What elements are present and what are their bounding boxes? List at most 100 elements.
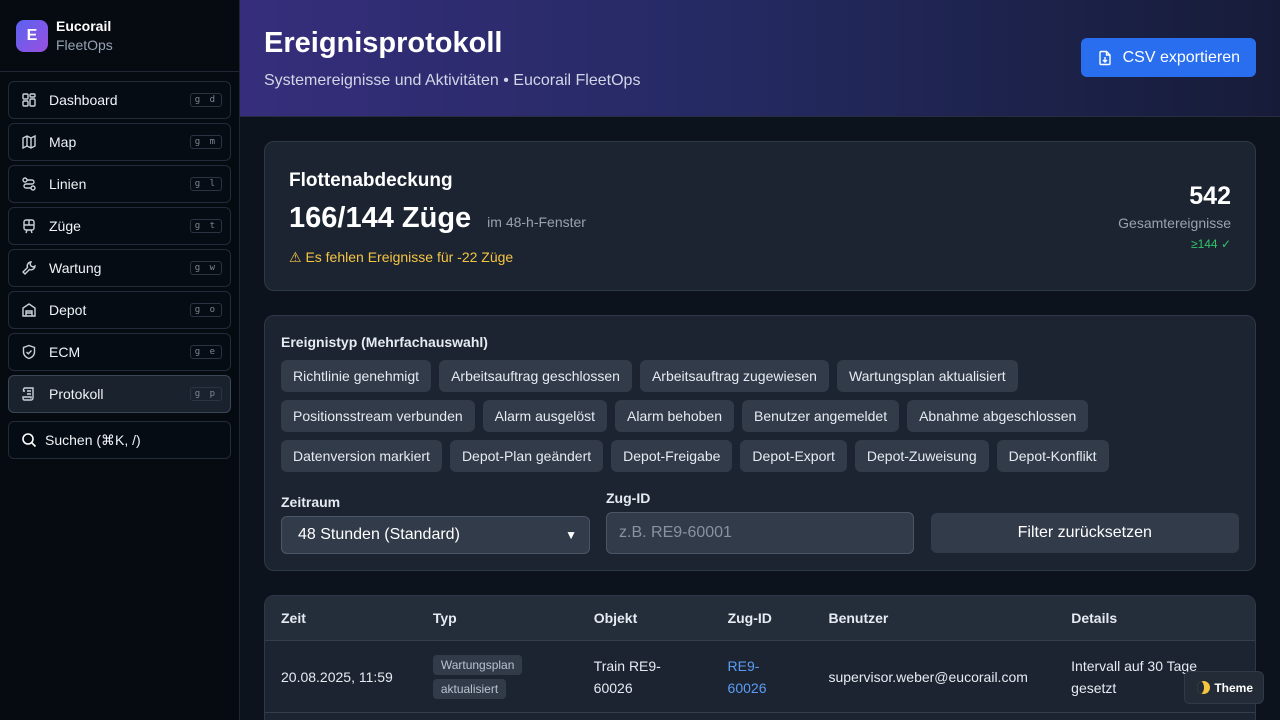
chip-depot-release[interactable]: Depot-Freigabe (611, 440, 733, 472)
chip-position-stream-connected[interactable]: Positionsstream verbunden (281, 400, 475, 432)
coverage-warning: ⚠ Es fehlen Ereignisse für -22 Züge (289, 249, 514, 265)
train-id-link[interactable]: RE9-60026 (712, 655, 813, 699)
sidebar-item-wartung[interactable]: Wartung g w (8, 249, 231, 287)
event-type-chips: Richtlinie genehmigt Arbeitsauftrag gesc… (281, 360, 1161, 472)
sidebar: E Eucorail FleetOps Dashboard g d Map g … (0, 0, 240, 720)
train-id-field: Zug-ID (606, 490, 915, 554)
event-type-label: Ereignistyp (Mehrfachauswahl) (281, 334, 488, 350)
column-header-train-id[interactable]: Zug-ID (712, 610, 813, 626)
column-header-type[interactable]: Typ (417, 610, 578, 626)
brand-text: Eucorail FleetOps (56, 17, 113, 55)
dashboard-icon (21, 92, 37, 108)
period-selected-value: 48 Stunden (Standard) (298, 526, 460, 543)
column-header-object[interactable]: Objekt (578, 610, 712, 626)
total-events: 542 Gesamtereignisse ≥144 ✓ (1118, 182, 1231, 251)
sidebar-item-label: Wartung (49, 260, 102, 276)
shortcut-hint: g d (189, 93, 222, 107)
period-field: Zeitraum 48 Stunden (Standard) ▼ (281, 494, 590, 554)
total-events-label: Gesamtereignisse (1118, 215, 1231, 231)
file-download-icon (1098, 50, 1111, 65)
shortcut-hint: g p (189, 387, 222, 401)
sidebar-item-label: Protokoll (49, 386, 104, 402)
sidebar-item-dashboard[interactable]: Dashboard g d (8, 81, 231, 119)
chip-depot-conflict[interactable]: Depot-Konflikt (996, 440, 1109, 472)
chip-user-logged-in[interactable]: Benutzer angemeldet (742, 400, 900, 432)
cell-user: supervisor.weber@eucorail.com (828, 668, 1028, 685)
search-button[interactable]: Suchen (⌘K, /) (8, 421, 231, 459)
sidebar-item-label: ECM (49, 344, 81, 360)
train-id-input[interactable] (606, 512, 914, 554)
search-label: Suchen (⌘K, /) (45, 431, 141, 448)
wrench-icon (21, 260, 37, 276)
page-header: Ereignisprotokoll Systemereignisse und A… (240, 0, 1280, 117)
coverage-window: im 48-h-Fenster (487, 214, 586, 230)
coverage-row: 166/144 Züge im 48-h-Fenster (289, 202, 1231, 235)
total-events-value: 542 (1189, 182, 1231, 210)
csv-export-button[interactable]: CSV exportieren (1080, 38, 1256, 77)
sidebar-item-label: Depot (49, 302, 87, 318)
reset-filters-button[interactable]: Filter zurücksetzen (930, 513, 1239, 553)
column-header-user[interactable]: Benutzer (812, 610, 1055, 626)
theme-toggle-button[interactable]: Theme (1184, 671, 1264, 704)
csv-export-label: CSV exportieren (1122, 48, 1240, 66)
brand-logo: E (16, 19, 48, 52)
chip-work-order-assigned[interactable]: Arbeitsauftrag zugewiesen (639, 360, 829, 392)
chip-depot-assignment[interactable]: Depot-Zuweisung (854, 440, 989, 472)
sidebar-item-zuege[interactable]: Züge g t (8, 207, 231, 245)
sidebar-item-depot[interactable]: Depot g o (8, 291, 231, 329)
sidebar-item-ecm[interactable]: ECM g e (8, 333, 231, 371)
brand-name: Eucorail (56, 17, 112, 34)
cell-type: Wartungsplan aktualisiert (417, 653, 578, 701)
brand[interactable]: E Eucorail FleetOps (0, 0, 239, 72)
brand-subtitle: FleetOps (56, 36, 113, 53)
sidebar-item-map[interactable]: Map g m (8, 123, 231, 161)
coverage-value: 166/144 Züge (289, 202, 472, 234)
sidebar-item-label: Dashboard (49, 92, 118, 108)
shield-icon (21, 344, 37, 360)
sidebar-item-linien[interactable]: Linien g l (8, 165, 231, 203)
shortcut-hint: g t (189, 219, 222, 233)
events-table: Zeit Typ Objekt Zug-ID Benutzer Details … (264, 595, 1256, 720)
sidebar-item-label: Züge (49, 218, 81, 234)
warehouse-icon (21, 302, 37, 318)
moon-icon (1197, 681, 1211, 694)
shortcut-hint: g w (189, 261, 222, 275)
table-row[interactable]: 20.08.2025, 11:59 Wartungsplan aktualisi… (265, 641, 1255, 713)
chip-maintenance-plan-updated[interactable]: Wartungsplan aktualisiert (836, 360, 1018, 392)
train-id-label: Zug-ID (606, 490, 651, 506)
train-icon (21, 218, 37, 234)
coverage-check-badge: ≥144 ✓ (1191, 237, 1231, 251)
table-header: Zeit Typ Objekt Zug-ID Benutzer Details (265, 596, 1255, 641)
column-header-details[interactable]: Details (1055, 610, 1255, 626)
chip-work-order-closed[interactable]: Arbeitsauftrag geschlossen (439, 360, 632, 392)
theme-label: Theme (1214, 680, 1253, 695)
event-type-badge: Wartungsplan aktualisiert (432, 654, 523, 699)
chevron-down-icon: ▼ (565, 528, 577, 542)
sidebar-item-label: Linien (49, 176, 87, 192)
chip-depot-export[interactable]: Depot-Export (740, 440, 847, 472)
sidebar-nav: Dashboard g d Map g m Linien g l Züge g … (0, 72, 239, 413)
shortcut-hint: g e (189, 345, 222, 359)
period-label: Zeitraum (281, 494, 341, 510)
main-content: Ereignisprotokoll Systemereignisse und A… (240, 0, 1280, 720)
filter-panel: Ereignistyp (Mehrfachauswahl) Richtlinie… (264, 315, 1256, 571)
cell-time: 20.08.2025, 11:59 (281, 668, 393, 685)
chip-depot-plan-changed[interactable]: Depot-Plan geändert (449, 440, 604, 472)
map-icon (21, 134, 37, 150)
fleet-coverage-card: Flottenabdeckung 166/144 Züge im 48-h-Fe… (264, 141, 1256, 291)
cell-object: Train RE9-60026 (593, 657, 661, 696)
chip-acceptance-completed[interactable]: Abnahme abgeschlossen (907, 400, 1089, 432)
sidebar-item-label: Map (49, 134, 77, 150)
coverage-title: Flottenabdeckung (289, 170, 453, 191)
scroll-icon (21, 386, 37, 402)
chip-policy-approved[interactable]: Richtlinie genehmigt (281, 360, 432, 392)
sidebar-item-protokoll[interactable]: Protokoll g p (8, 375, 231, 413)
filter-row: Zeitraum 48 Stunden (Standard) ▼ Zug-ID … (281, 490, 1239, 554)
shortcut-hint: g l (189, 177, 222, 191)
chip-alarm-triggered[interactable]: Alarm ausgelöst (482, 400, 608, 432)
shortcut-hint: g o (189, 303, 222, 317)
period-select[interactable]: 48 Stunden (Standard) ▼ (281, 516, 590, 554)
chip-data-version-marked[interactable]: Datenversion markiert (281, 440, 442, 472)
chip-alarm-resolved[interactable]: Alarm behoben (615, 400, 734, 432)
column-header-time[interactable]: Zeit (265, 610, 417, 626)
